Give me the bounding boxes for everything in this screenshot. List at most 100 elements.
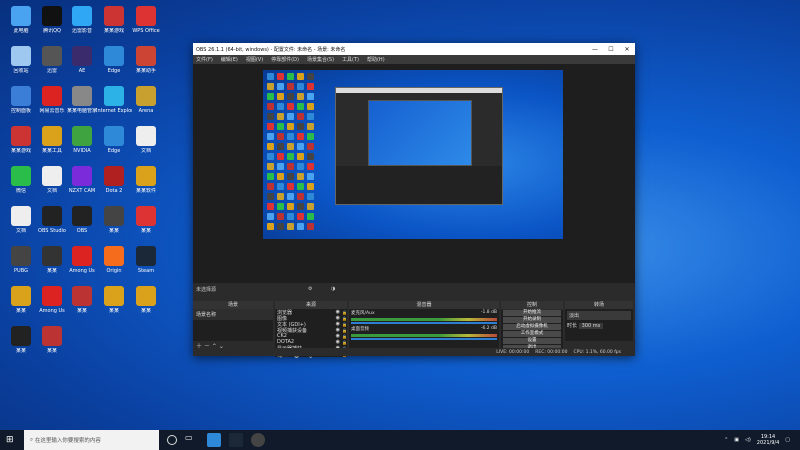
transition-select[interactable]: 淡出 [567,311,631,320]
app-icon [72,6,92,26]
task-view-icon[interactable]: ▭ [185,433,199,447]
desktop-icon[interactable]: 某某 [96,286,132,314]
virtual-camera-button[interactable]: 启动虚拟摄像机 [503,324,561,330]
desktop-icon[interactable]: 某某 [64,286,100,314]
notification-icon[interactable]: ▢ [785,437,790,443]
menu-help[interactable]: 帮助(H) [367,56,385,63]
desktop-icon-label: 某某电脑管家 [66,108,97,114]
start-recording-button[interactable]: 开始录制 [503,317,561,323]
steam-taskbar-icon[interactable] [229,433,243,447]
desktop-icon[interactable]: Arena [128,86,164,114]
desktop-icon[interactable]: 迅雷影音 [64,6,100,34]
app-icon [136,286,156,306]
desktop-icon[interactable]: 某某 [34,326,70,354]
preview-mini-icon [267,183,274,190]
cortana-icon[interactable] [167,435,177,445]
desktop-icon-label: Dota 2 [105,188,123,194]
menu-tools[interactable]: 工具(T) [342,56,359,63]
controls-header: 控制 [501,301,563,309]
preview-area[interactable] [193,64,635,283]
edge-taskbar-icon[interactable] [207,433,221,447]
desktop-icon-label: OBS [76,228,88,234]
menu-file[interactable]: 文件(F) [196,56,213,63]
taskbar-search[interactable]: ⌕ 在这里输入你要搜索的内容 [24,430,159,450]
mixer-channel: 桌面音频 -6.2 dB [349,325,499,333]
lock-icon[interactable]: 🔒 [342,340,347,345]
preview-mini-icon [287,203,294,210]
desktop-icon[interactable]: 某某游戏 [96,6,132,34]
app-icon [72,286,92,306]
desktop-icon[interactable]: OBS [64,206,100,234]
tray-arrow-icon[interactable]: ⌃ [724,437,728,443]
preview-mini-icon [277,193,284,200]
app-icon [42,166,62,186]
title-bar: OBS 26.1.1 (64-bit, windows) - 配置文件: 未命名… [193,43,635,55]
desktop-icon[interactable]: Dota 2 [96,166,132,194]
preview-mini-icon [297,153,304,160]
preview-mini-icon [277,143,284,150]
start-streaming-button[interactable]: 开始推流 [503,310,561,316]
app-icon [136,6,156,26]
volume-slider[interactable] [351,322,497,324]
app-icon [136,86,156,106]
desktop-icon[interactable]: 某某 [128,206,164,234]
app-icon [72,86,92,106]
preview-mini-icon [307,113,314,120]
network-icon[interactable]: ▣ [734,437,739,443]
preview-mini-icon [267,193,274,200]
filters-icon[interactable]: ◑ [331,286,335,292]
desktop-icon[interactable]: 文档 [128,126,164,154]
desktop-icon[interactable]: 某某电脑管家 [64,86,100,114]
scene-item[interactable]: 场景名称 [193,309,273,320]
maximize-button[interactable]: ☐ [603,46,619,53]
clock[interactable]: 19:14 2021/9/4 [757,434,779,446]
preview-mini-icon [307,173,314,180]
desktop-icon[interactable]: Edge [96,126,132,154]
volume-icon[interactable]: ◁) [745,437,751,443]
desktop-icon[interactable]: AE [64,46,100,74]
obs-window: OBS 26.1.1 (64-bit, windows) - 配置文件: 未命名… [193,43,635,360]
window-title: OBS 26.1.1 (64-bit, windows) - 配置文件: 未命名… [196,46,346,53]
lock-icon[interactable]: 🔒 [342,328,347,333]
menu-scene-collection[interactable]: 场景集合(S) [307,56,334,63]
lock-icon[interactable]: 🔒 [342,316,347,321]
obs-taskbar-icon[interactable] [251,433,265,447]
app-icon [104,86,124,106]
menu-edit[interactable]: 编辑(E) [221,56,238,63]
desktop-icon[interactable]: 某某 [96,206,132,234]
preview-mini-icon [267,203,274,210]
duration-input[interactable]: 300 ms [578,323,604,329]
lock-icon[interactable]: 🔒 [342,334,347,339]
desktop-icon[interactable]: NVIDIA [64,126,100,154]
desktop-icon[interactable]: Steam [128,246,164,274]
desktop-icon[interactable]: Among Us [64,246,100,274]
app-icon [11,86,31,106]
app-icon [72,46,92,66]
live-status: LIVE: 00:00:00 [496,349,530,355]
preview-canvas [263,70,563,239]
lock-icon[interactable]: 🔒 [342,310,347,315]
preview-mini-icon [287,113,294,120]
desktop-icon[interactable]: Internet Explorer [96,86,132,114]
properties-icon[interactable]: ⚙ [308,286,312,292]
status-bar: LIVE: 00:00:00 REC: 00:00:00 CPU: 1.1%, … [193,348,635,356]
menu-docks[interactable]: 停靠部件(D) [271,56,299,63]
studio-mode-button[interactable]: 工作室模式 [503,331,561,337]
desktop-icon[interactable]: Edge [96,46,132,74]
volume-slider[interactable] [351,338,497,340]
desktop-icon[interactable]: WPS Office [128,6,164,34]
app-icon [42,206,62,226]
desktop-icon[interactable]: 某某 [128,286,164,314]
menu-view[interactable]: 视图(V) [246,56,263,63]
clock-date: 2021/9/4 [756,440,780,446]
start-icon[interactable]: ⊞ [6,435,14,445]
minimize-button[interactable]: — [587,46,603,53]
desktop-icon[interactable]: 某某助手 [128,46,164,74]
lock-icon[interactable]: 🔒 [342,322,347,327]
close-button[interactable]: ✕ [619,46,635,53]
desktop-icon[interactable]: Origin [96,246,132,274]
desktop-icon[interactable]: 某某软件 [128,166,164,194]
sources-dock: 来源 浏览器 ◉ 🔒 图像 ◉ 🔒 文本 (GDI+) ◉ 🔒 视频捕获设备 ◉ 🔒 CK2 ◉ 🔒 DOTA… [275,301,347,360]
settings-button[interactable]: 设置 [503,338,561,344]
desktop-icon[interactable]: NZXT CAM [64,166,100,194]
